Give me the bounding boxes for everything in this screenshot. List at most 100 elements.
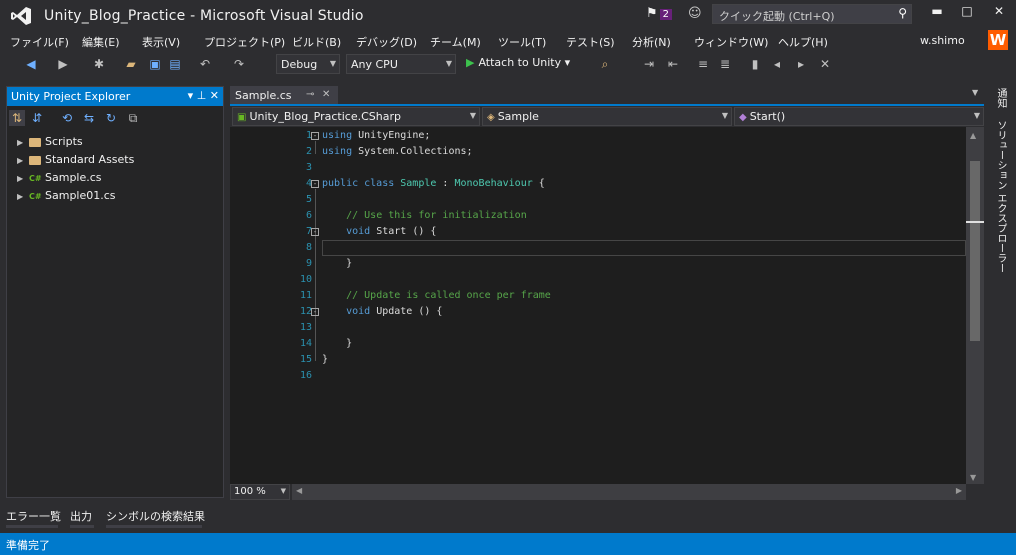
minimize-button[interactable]: ▬ [922,4,952,24]
navigate-back-icon[interactable]: ◀ [24,57,38,71]
menu-analyze[interactable]: 分析(N) [632,34,671,50]
code-line-4: public class Sample : MonoBehaviour { [322,178,545,189]
user-name[interactable]: w.shimo [920,34,965,47]
chevron-down-icon: ▼ [469,111,476,120]
code-line-11: // Update is called once per frame [346,290,551,301]
line-number: 8 [305,242,312,253]
line-number: 7 [305,226,312,237]
line-number: 1 [305,130,312,141]
zoom-select[interactable]: 100 % ▼ [230,484,290,500]
menu-window[interactable]: ウィンドウ(W) [694,34,768,50]
fold-line [315,141,316,154]
navigate-forward-icon[interactable]: ▶ [56,57,70,71]
save-all-icon[interactable]: ▤ [168,57,182,71]
new-project-icon[interactable]: ✱ [92,57,106,71]
maximize-button[interactable]: □ [952,4,982,24]
prev-bookmark-icon[interactable]: ◂ [770,57,784,71]
expand-icon[interactable]: ▶ [17,170,29,188]
menu-build[interactable]: ビルド(B) [292,34,341,50]
sync-with-document-icon[interactable]: ⇅ [9,110,25,126]
panel-close-icon[interactable]: ✕ [210,89,219,102]
tab-list-dropdown-icon[interactable]: ▼ [972,88,978,97]
collapse-region-icon[interactable]: - [311,308,319,316]
project-nav-value: Unity_Blog_Practice.CSharp [249,110,401,123]
open-file-icon[interactable]: ▰ [124,57,138,71]
menu-project[interactable]: プロジェクト(P) [204,34,285,50]
line-number: 14 [299,338,312,349]
find-in-files-icon[interactable]: ⌕ [598,57,612,71]
expand-icon[interactable]: ▶ [17,134,29,152]
step-icon[interactable]: ⇥ [642,57,656,71]
save-icon[interactable]: ▣ [148,57,162,71]
tree-item-sample-cs[interactable]: ▶ C# Sample.cs [17,169,102,187]
scroll-up-icon[interactable]: ▲ [970,131,976,140]
sync-icon[interactable]: ⟲ [59,110,75,126]
line-number: 2 [305,146,312,157]
collapse-icon[interactable]: ⇆ [81,110,97,126]
chevron-down-icon: ▼ [973,111,980,120]
close-button[interactable]: ✕ [984,4,1014,24]
menu-edit[interactable]: 編集(E) [82,34,120,50]
collapse-region-icon[interactable]: - [311,132,319,140]
tree-item-standard-assets[interactable]: ▶ Standard Assets [17,151,134,169]
tree-item-sample01-cs[interactable]: ▶ C# Sample01.cs [17,187,116,205]
collapse-region-icon[interactable]: - [311,228,319,236]
code-line-12: void Update () { [346,306,443,317]
type-navigation-select[interactable]: ◈ Sample ▼ [482,107,732,126]
panel-menu-icon[interactable]: ▾ [188,89,194,102]
next-bookmark-icon[interactable]: ▸ [794,57,808,71]
solution-configuration-select[interactable]: Debug ▼ [276,54,340,74]
redo-icon[interactable]: ↷ [232,57,246,71]
tree-item-scripts[interactable]: ▶ Scripts [17,133,83,151]
tab-output[interactable]: 出力 [70,508,92,524]
menu-help[interactable]: ヘルプ(H) [778,34,828,50]
refresh-icon[interactable]: ↻ [103,110,119,126]
horizontal-scrollbar[interactable]: ◀ ▶ [292,484,966,500]
clear-bookmarks-icon[interactable]: ✕ [818,57,832,71]
member-navigation-select[interactable]: ◆ Start() ▼ [734,107,984,126]
expand-icon[interactable]: ▶ [17,188,29,206]
vertical-scrollbar[interactable]: ▲ ▼ [966,127,984,484]
menu-debug[interactable]: デバッグ(D) [356,34,417,50]
user-avatar[interactable]: W [988,30,1008,50]
undo-icon[interactable]: ↶ [198,57,212,71]
comment-icon[interactable]: ≡ [696,57,710,71]
platform-value: Any CPU [351,58,398,71]
pin-icon[interactable]: ⊸ [306,89,314,100]
attach-to-unity-button[interactable]: ▶ Attach to Unity ▾ [466,56,570,69]
menu-view[interactable]: 表示(V) [142,34,180,50]
code-editor[interactable]: 1 2 3 4 5 6 7 8 9 10 11 12 13 14 15 16 -… [230,127,984,484]
menu-tools[interactable]: ツール(T) [498,34,546,50]
menu-team[interactable]: チーム(M) [430,34,481,50]
tab-close-icon[interactable]: ✕ [322,89,330,100]
csharp-project-icon: ▣ [237,112,247,123]
sort-icon[interactable]: ⇵ [29,110,45,126]
tab-sample-cs[interactable]: Sample.cs ⊸ ✕ [230,86,338,106]
pin-icon[interactable]: ⊥ [197,89,207,102]
tab-find-symbol-results[interactable]: シンボルの検索結果 [106,508,205,524]
scroll-left-icon[interactable]: ◀ [296,486,302,495]
quick-launch-input[interactable]: クイック起動 (Ctrl+Q) ⚲ [712,4,912,24]
scrollbar-thumb[interactable] [970,161,980,341]
scroll-down-icon[interactable]: ▼ [970,473,976,482]
expand-icon[interactable]: ▶ [17,152,29,170]
notifications-button[interactable]: ⚑ 2 [646,6,673,21]
solution-platform-select[interactable]: Any CPU ▼ [346,54,456,74]
outdent-icon[interactable]: ⇤ [666,57,680,71]
properties-icon[interactable]: ⧉ [125,110,141,126]
menu-file[interactable]: ファイル(F) [10,34,69,50]
uncomment-icon[interactable]: ≣ [718,57,732,71]
bookmark-icon[interactable]: ▮ [748,57,762,71]
menu-test[interactable]: テスト(S) [566,34,615,50]
feedback-icon[interactable]: ☺ [688,6,702,21]
side-tab-notifications[interactable]: 通知 [993,88,1008,108]
code-line-7: void Start () { [346,226,437,237]
collapse-region-icon[interactable]: - [311,180,319,188]
tab-error-list[interactable]: エラー一覧 [6,508,61,524]
project-navigation-select[interactable]: ▣ Unity_Blog_Practice.CSharp ▼ [232,107,480,126]
side-tab-solution-explorer[interactable]: ソリューション エクスプローラー [993,120,1008,273]
folder-icon [29,137,41,147]
scroll-right-icon[interactable]: ▶ [956,486,962,495]
play-icon: ▶ [466,56,475,69]
chevron-down-icon: ▼ [445,59,452,68]
